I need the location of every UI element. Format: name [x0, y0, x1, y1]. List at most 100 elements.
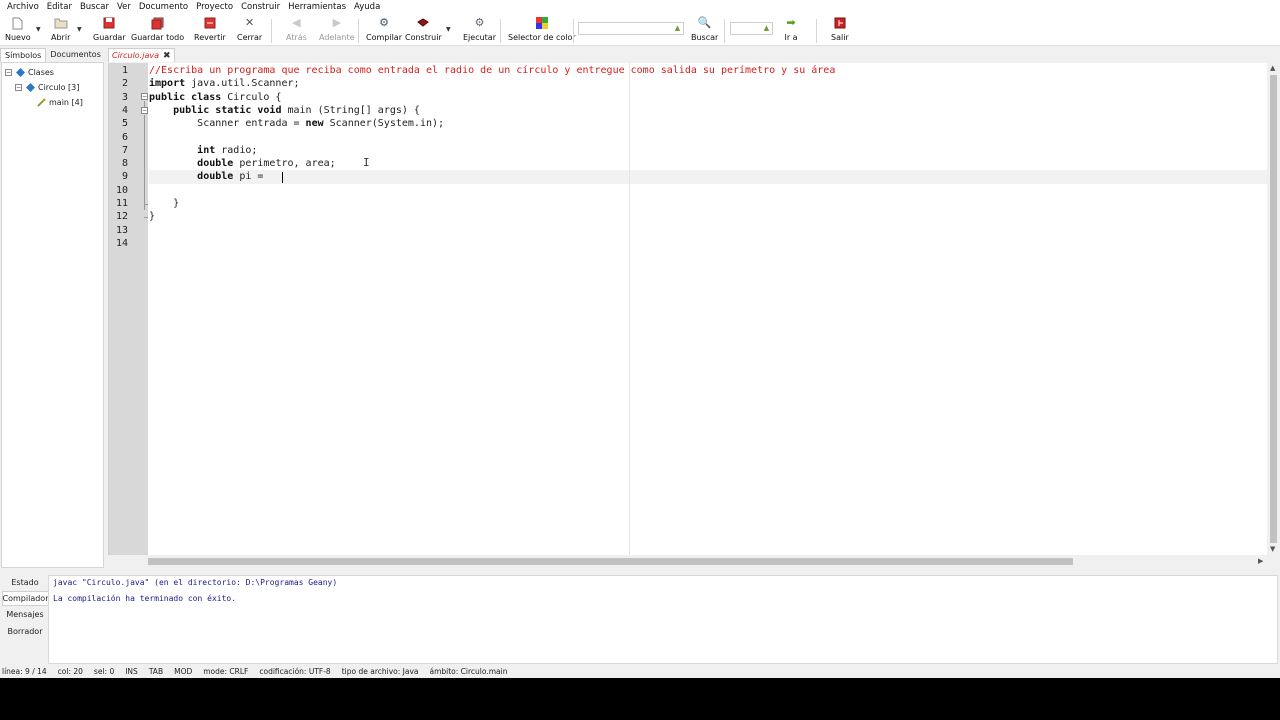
- vertical-scroll-thumb[interactable]: [1270, 75, 1277, 543]
- keyword: double: [197, 158, 234, 170]
- toolbar-separator: [500, 19, 501, 43]
- revert-button[interactable]: Revertir: [194, 16, 226, 42]
- tree-item-method-main[interactable]: main [4]: [37, 96, 83, 108]
- compiler-output[interactable]: javac "Circulo.java" (en el directorio: …: [48, 575, 1278, 664]
- color-palette-icon: [535, 16, 549, 30]
- build-dropdown-icon[interactable]: ▼: [446, 26, 451, 33]
- goto-line-clear-icon[interactable]: ▲: [762, 24, 771, 33]
- back-button-label: Atrás: [286, 33, 307, 42]
- code-text: Circulo {: [221, 91, 282, 103]
- save-button[interactable]: Guardar: [93, 16, 126, 42]
- menu-archivo[interactable]: Archivo: [3, 2, 43, 12]
- toolbar-separator: [271, 19, 272, 43]
- forward-button[interactable]: ▶ Adelante: [319, 16, 355, 42]
- menu-ayuda[interactable]: Ayuda: [350, 2, 384, 12]
- code-text: Scanner(System.in);: [323, 118, 445, 130]
- menu-editar[interactable]: Editar: [43, 2, 76, 12]
- new-button[interactable]: Nuevo: [5, 16, 31, 42]
- menubar: Archivo Editar Buscar Ver Documento Proy…: [0, 0, 1280, 14]
- goto-button[interactable]: ➡ Ir a: [784, 16, 798, 42]
- collapse-icon[interactable]: −: [5, 68, 12, 76]
- quit-button[interactable]: Salir: [831, 16, 849, 42]
- tab-compiler[interactable]: Compilador: [2, 591, 48, 606]
- close-tab-icon[interactable]: ✖: [163, 51, 171, 61]
- toolbar-separator: [724, 19, 725, 43]
- menu-herramientas[interactable]: Herramientas: [284, 2, 350, 12]
- close-button[interactable]: ✕ Cerrar: [237, 16, 262, 42]
- tab-status[interactable]: Estado: [2, 575, 48, 590]
- scroll-up-icon[interactable]: ▲: [1270, 64, 1275, 72]
- color-chooser-label: Selector de color: [508, 33, 576, 42]
- open-dropdown-icon[interactable]: ▼: [77, 26, 82, 33]
- search-button[interactable]: 🔍 Buscar: [691, 16, 718, 42]
- save-all-button[interactable]: Guardar todo: [131, 16, 184, 42]
- color-chooser-button[interactable]: Selector de color: [508, 16, 576, 42]
- status-modified: MOD: [174, 667, 193, 676]
- new-file-icon: [11, 16, 25, 30]
- menu-construir[interactable]: Construir: [237, 2, 284, 12]
- code-line-9: double pi =: [149, 170, 269, 183]
- sidebar-tabs: Símbolos Documentos: [0, 48, 106, 62]
- line-number: 4: [121, 104, 128, 116]
- scroll-down-icon[interactable]: ▼: [1270, 545, 1275, 553]
- fold-collapse-icon[interactable]: −: [141, 107, 148, 114]
- code-area[interactable]: //Escriba un programa que reciba como en…: [149, 63, 1268, 555]
- search-input[interactable]: ▲: [578, 22, 684, 35]
- vertical-scrollbar[interactable]: ▲ ▼: [1267, 63, 1280, 555]
- line-number: 5: [121, 118, 128, 130]
- code-text: radio;: [215, 144, 258, 156]
- ibeam-cursor-icon: I: [363, 156, 370, 169]
- code-line-12: }: [149, 210, 155, 223]
- tab-circulo-java[interactable]: Circulo.java ✖: [108, 48, 175, 62]
- code-line-2: import java.util.Scanner;: [149, 77, 300, 90]
- document-tabs: Circulo.java ✖: [108, 48, 1280, 62]
- long-line-marker: [629, 63, 630, 555]
- tree-item-class-circulo[interactable]: − Circulo [3]: [15, 81, 79, 93]
- menu-documento[interactable]: Documento: [135, 2, 192, 12]
- status-insert-mode: INS: [125, 667, 138, 676]
- tab-documents[interactable]: Documentos: [46, 48, 105, 62]
- goto-line-input[interactable]: ▲: [730, 22, 773, 35]
- tab-scratch[interactable]: Borrador: [2, 624, 48, 639]
- status-selection: sel: 0: [93, 667, 115, 676]
- code-text: Scanner entrada =: [197, 118, 306, 130]
- execute-gears-icon: ⚙: [474, 16, 485, 29]
- line-number: 7: [121, 144, 128, 156]
- horizontal-scrollbar[interactable]: ▶: [108, 555, 1267, 568]
- tab-messages[interactable]: Mensajes: [2, 607, 48, 622]
- open-button[interactable]: Abrir: [51, 16, 70, 42]
- scroll-right-icon[interactable]: ▶: [1258, 557, 1263, 565]
- class-icon: [26, 82, 35, 92]
- fold-collapse-icon[interactable]: −: [141, 93, 148, 100]
- tab-symbols[interactable]: Símbolos: [0, 48, 47, 62]
- current-line-highlight: [149, 170, 1268, 184]
- execute-button[interactable]: ⚙ Ejecutar: [463, 16, 496, 42]
- search-clear-icon[interactable]: ▲: [673, 24, 682, 33]
- menu-proyecto[interactable]: Proyecto: [192, 2, 237, 12]
- line-number: 9: [121, 171, 128, 183]
- keyword: public class: [149, 91, 222, 103]
- tree-item-classes[interactable]: − Clases: [5, 66, 54, 78]
- menu-buscar[interactable]: Buscar: [76, 2, 113, 12]
- line-number: 3: [121, 91, 128, 103]
- new-dropdown-icon[interactable]: ▼: [36, 26, 41, 33]
- keyword: public static void: [173, 104, 282, 116]
- collapse-icon[interactable]: −: [15, 83, 22, 91]
- back-button[interactable]: ◀ Atrás: [286, 16, 307, 42]
- code-editor[interactable]: 1 2 3 4 5 6 7 8 9 10 11 12 13 14 − − //E…: [108, 63, 1268, 555]
- menu-ver[interactable]: Ver: [113, 2, 135, 12]
- execute-button-label: Ejecutar: [463, 33, 496, 42]
- compile-button[interactable]: ⚙ Compilar: [366, 16, 402, 42]
- horizontal-scroll-thumb[interactable]: [148, 558, 1073, 565]
- tab-label: Circulo.java: [112, 51, 159, 60]
- search-icon: 🔍: [697, 16, 712, 29]
- status-line: línea: 9 / 14: [2, 667, 47, 676]
- build-button[interactable]: Construir: [405, 16, 442, 42]
- save-button-label: Guardar: [93, 33, 126, 42]
- compile-gears-icon: ⚙: [379, 16, 389, 29]
- close-icon: ✕: [244, 16, 255, 29]
- build-button-label: Construir: [405, 33, 442, 42]
- compiler-line: La compilación ha terminado con éxito.: [53, 594, 237, 603]
- arrow-right-icon: ▶: [332, 16, 342, 29]
